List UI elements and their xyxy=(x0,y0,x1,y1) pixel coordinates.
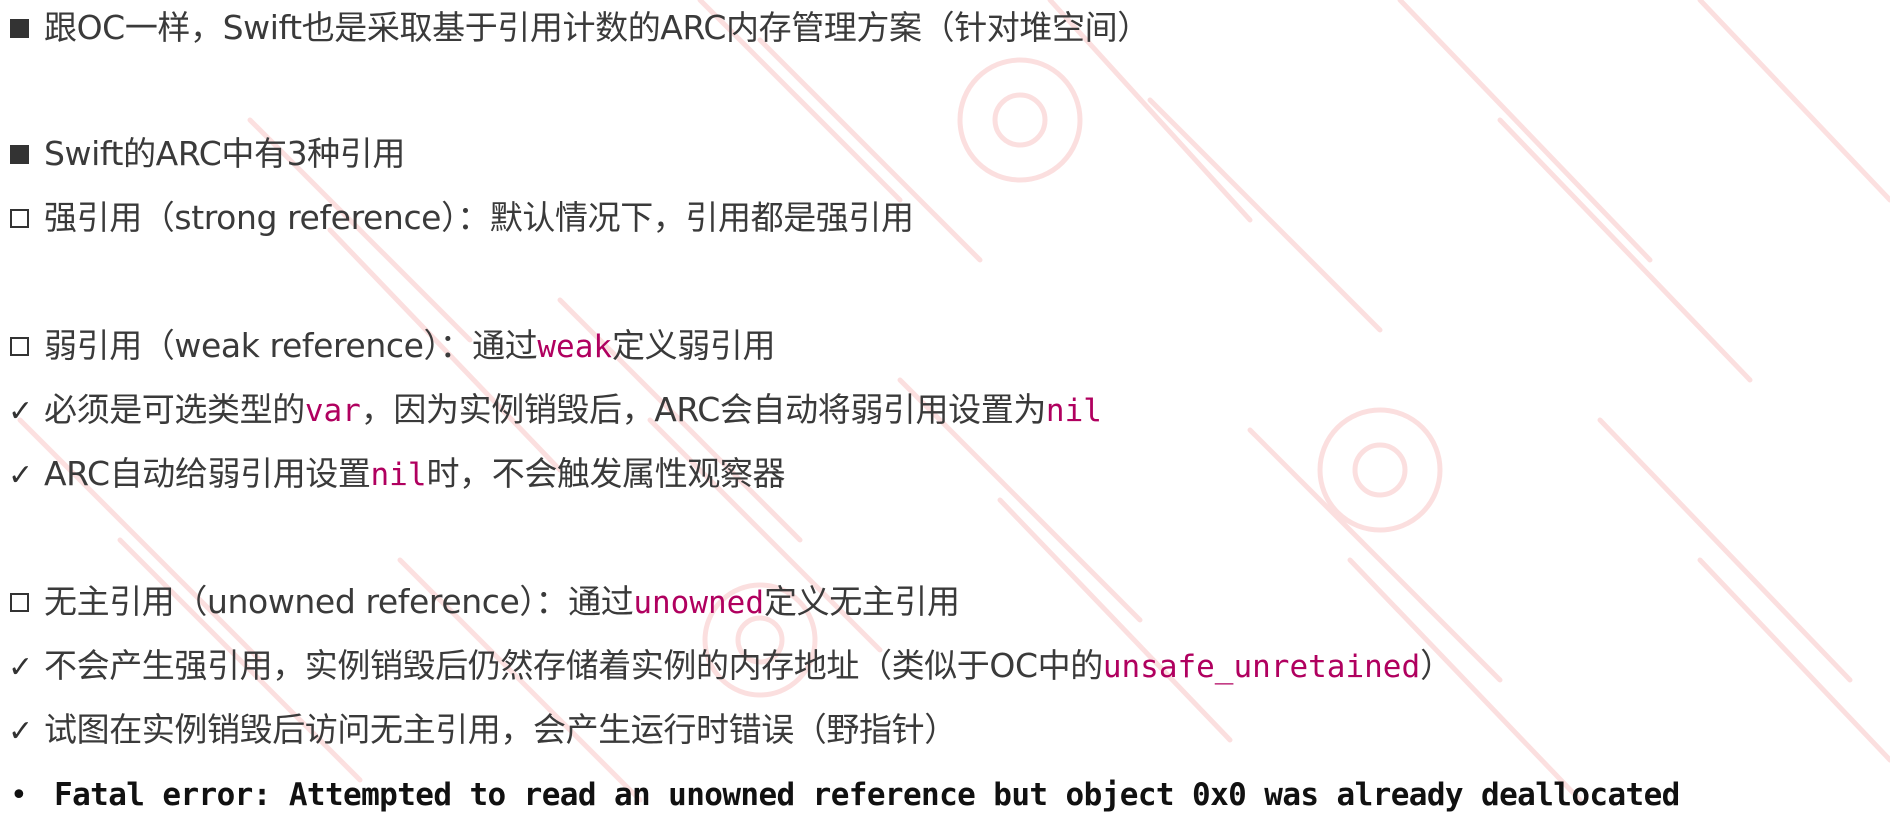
bullet-line-weak-reference: 弱引用（weak reference）：通过weak定义弱引用 xyxy=(8,326,775,366)
fatal-error-message: Fatal error: Attempted to read an unowne… xyxy=(54,777,1680,813)
keyword-nil: nil xyxy=(370,457,427,493)
bullet-line-unowned-reference: 无主引用（unowned reference）：通过unowned定义无主引用 xyxy=(8,582,960,622)
line-text: 时，不会触发属性观察器 xyxy=(426,454,786,493)
keyword-nil: nil xyxy=(1045,393,1102,429)
check-line-no-strong-reference: ✓ 不会产生强引用，实例销毁后仍然存储着实例的内存地址（类似于OC中的unsafe… xyxy=(8,646,1453,686)
hollow-square-bullet-icon xyxy=(10,209,29,228)
line-text: 弱引用（weak reference）：通过 xyxy=(44,326,538,365)
checkmark-icon: ✓ xyxy=(8,458,33,493)
line-text: ） xyxy=(1420,646,1453,685)
bullet-line-strong-reference: 强引用（strong reference）：默认情况下，引用都是强引用 xyxy=(8,198,914,238)
check-line-no-observers: ✓ ARC自动给弱引用设置nil时，不会触发属性观察器 xyxy=(8,454,786,494)
line-text: 定义弱引用 xyxy=(612,326,776,365)
line-text: ，因为实例销毁后，ARC会自动将弱引用设置为 xyxy=(360,390,1047,429)
dot-line-fatal-error: • Fatal error: Attempted to read an unown… xyxy=(8,774,1680,814)
line-text: 必须是可选类型的 xyxy=(44,390,305,429)
keyword-unsafe-unretained: unsafe_unretained xyxy=(1102,649,1421,685)
checkmark-icon: ✓ xyxy=(8,650,33,685)
filled-square-bullet-icon xyxy=(10,19,29,38)
line-text: 定义无主引用 xyxy=(764,582,960,621)
line-text: 跟OC一样，Swift也是采取基于引用计数的ARC内存管理方案（针对堆空间） xyxy=(44,8,1150,47)
line-text: 无主引用（unowned reference）：通过 xyxy=(44,582,634,621)
checkmark-icon: ✓ xyxy=(8,394,33,429)
check-line-optional-var: ✓ 必须是可选类型的var，因为实例销毁后，ARC会自动将弱引用设置为nil xyxy=(8,390,1102,430)
hollow-square-bullet-icon xyxy=(10,593,29,612)
check-line-runtime-error: ✓ 试图在实例销毁后访问无主引用，会产生运行时错误（野指针） xyxy=(8,710,957,750)
line-text: ARC自动给弱引用设置 xyxy=(44,454,371,493)
keyword-weak: weak xyxy=(537,329,613,365)
dot-bullet-icon: • xyxy=(10,778,28,813)
bullet-line-arc-overview: 跟OC一样，Swift也是采取基于引用计数的ARC内存管理方案（针对堆空间） xyxy=(8,8,1150,48)
line-text: 试图在实例销毁后访问无主引用，会产生运行时错误（野指针） xyxy=(44,710,957,749)
line-text: 不会产生强引用，实例销毁后仍然存储着实例的内存地址（类似于OC中的 xyxy=(44,646,1103,685)
checkmark-icon: ✓ xyxy=(8,714,33,749)
slide-content: 跟OC一样，Swift也是采取基于引用计数的ARC内存管理方案（针对堆空间） S… xyxy=(0,0,1890,814)
line-text: 强引用（strong reference）：默认情况下，引用都是强引用 xyxy=(44,198,914,237)
filled-square-bullet-icon xyxy=(10,145,29,164)
hollow-square-bullet-icon xyxy=(10,337,29,356)
keyword-var: var xyxy=(304,393,361,429)
line-text: Swift的ARC中有3种引用 xyxy=(44,134,405,173)
bullet-line-three-references: Swift的ARC中有3种引用 xyxy=(8,134,405,174)
keyword-unowned: unowned xyxy=(633,585,764,621)
